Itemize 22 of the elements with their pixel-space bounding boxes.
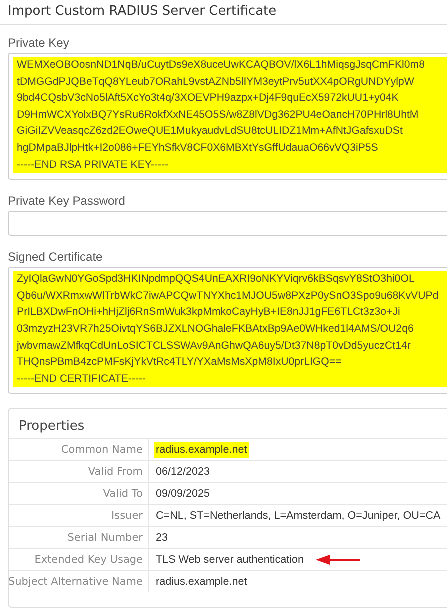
panel-title: Properties [18, 418, 86, 436]
property-label: Extended Key Usage [9, 549, 149, 570]
property-label: Subject Alternative Name [9, 571, 149, 592]
property-value: 23 [155, 530, 170, 546]
password-field[interactable] [8, 211, 447, 236]
property-value: 06/12/2023 [155, 464, 212, 480]
property-label: Issuer [9, 505, 149, 526]
property-value: TLS Web server authentication [155, 552, 306, 568]
property-label: Serial Number [9, 527, 149, 548]
private-key-text: WEMXeOBOosnND1NqB/uCuytDs9eX8uceUwKCAQBOV/lX6L1hMiqsgJsqCmFKl0m8 tDMGGdPJQBeTqQ8YLeub7ORahL9vstAZNb5lIYM3eytPrv5utXX4pORgUNDYylpW 9bd4CQsbV3cNo5lAft5XcYo3t4q/3XOEVPH9azpx+Dj4F9quEcX5972kUU1+y04K D9HmWCXYolxBQ7YsRu6RokfXxNE45O5S/w8Z8lVDg362PU4eOancH70PHrl8UhtM GiGiIZVVeasqcZ6zd2EOweQUE1MukyaudvLdSU8tcULIDZ1Mm+AfNtJGafsxuDSt hgDMpaBJlpHtk+I2o086+FEYhSfkV8CF0X6MBXtYsGffUdauaO66vVQ3iP5S -----END RSA PRIVATE KEY----- [13, 57, 447, 174]
dialog-title: Import Custom RADIUS Server Certificate [8, 3, 278, 21]
property-label: Valid To [9, 483, 149, 504]
field-label: Signed Certificate [8, 250, 104, 266]
property-value: radius.example.net [155, 574, 248, 590]
certificate-text: ZyIQlaGwN0YGoSpd3HKINpdmpQQS4UnEAXRI9oNKYViqrv6kBSqsvY8StO3hi0OL Qb6u/WXRmxwWlTrbWkC7iwAPCQwTNYXhc1MJOU5w8PXzP0ySnO3Spo9u68KvVUPd PrILBXDwFnOHi+hHjZlj6RnSmWuk3kpMmkoCayHyB+IE8nJJ1gFE6TLCt3z3o+Ji 03mzyzH23VR7h25OivtqYS6BJZXLNOGhaleFKBAtxBp9Ae0WHked1l4AMS/OU2q6 jwbvmawZMfkqCdUnLoSICTCLSSWAv9AnGhwQA6uy5/Dt37N8pT0vDd5yuczCt14r THQnsPBmB4zcPMFsKjYkVtRc4TLY/YXaMsMsXpM8IxU0prLIGQ== -----END CERTIFICATE----- [13, 271, 447, 388]
field-label: Private Key [8, 36, 70, 51]
property-value: radius.example.net [154, 442, 250, 458]
property-label: Valid From [9, 461, 149, 482]
field-label: Private Key Password [8, 194, 126, 210]
property-value: C=NL, ST=Netherlands, L=Amsterdam, O=Juniper, OU=CA [155, 508, 442, 524]
property-label: Common Name [9, 439, 149, 460]
property-value: 09/09/2025 [155, 486, 212, 502]
